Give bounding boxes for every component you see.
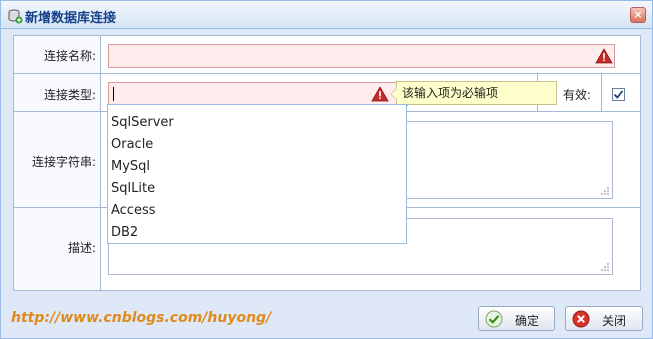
column-divider (601, 74, 602, 111)
resize-grip-icon[interactable] (600, 262, 610, 272)
dropdown-option-access[interactable]: Access (111, 200, 401, 222)
close-button[interactable]: 关闭 (565, 306, 643, 331)
text-caret (113, 87, 114, 101)
dialog-window: 新增数据库连接 × 连接名称: 连接类型: 有效: 连接字符串: 描述: 该输入… (0, 0, 653, 339)
name-input[interactable] (108, 44, 615, 68)
check-icon (485, 310, 503, 328)
close-icon: × (633, 8, 643, 21)
dropdown-option-db2[interactable]: DB2 (111, 222, 401, 244)
type-combobox[interactable] (108, 82, 408, 106)
dropdown-option-mysql[interactable]: MySql (111, 156, 401, 178)
resize-grip-icon[interactable] (600, 186, 610, 196)
dropdown-option-sqllite[interactable]: SqlLite (111, 178, 401, 200)
warning-icon (371, 86, 389, 102)
validation-tooltip: 该输入项为必输项 (390, 81, 557, 105)
watermark-text: http://www.cnblogs.com/huyong/ (11, 310, 272, 326)
warning-icon (595, 48, 613, 64)
database-icon (8, 9, 23, 24)
ok-button-label: 确定 (515, 314, 540, 328)
tooltip-text: 该输入项为必输项 (402, 86, 499, 100)
row-divider (14, 73, 640, 74)
conn-string-label: 连接字符串: (31, 155, 96, 169)
ok-button[interactable]: 确定 (478, 306, 555, 331)
desc-label: 描述: (67, 241, 96, 255)
type-dropdown-list: SqlServer Oracle MySql SqlLite Access DB… (107, 104, 407, 244)
title-bar[interactable]: 新增数据库连接 × (1, 1, 652, 29)
dropdown-option-sqlserver[interactable]: SqlServer (111, 112, 401, 134)
name-label: 连接名称: (43, 49, 96, 63)
dropdown-option-oracle[interactable]: Oracle (111, 134, 401, 156)
check-icon (613, 90, 624, 99)
dialog-title: 新增数据库连接 (25, 11, 117, 26)
window-close-button[interactable]: × (630, 7, 646, 23)
close-button-label: 关闭 (602, 314, 627, 328)
enabled-checkbox[interactable] (612, 88, 625, 101)
type-label: 连接类型: (43, 88, 96, 102)
close-icon (572, 310, 590, 328)
